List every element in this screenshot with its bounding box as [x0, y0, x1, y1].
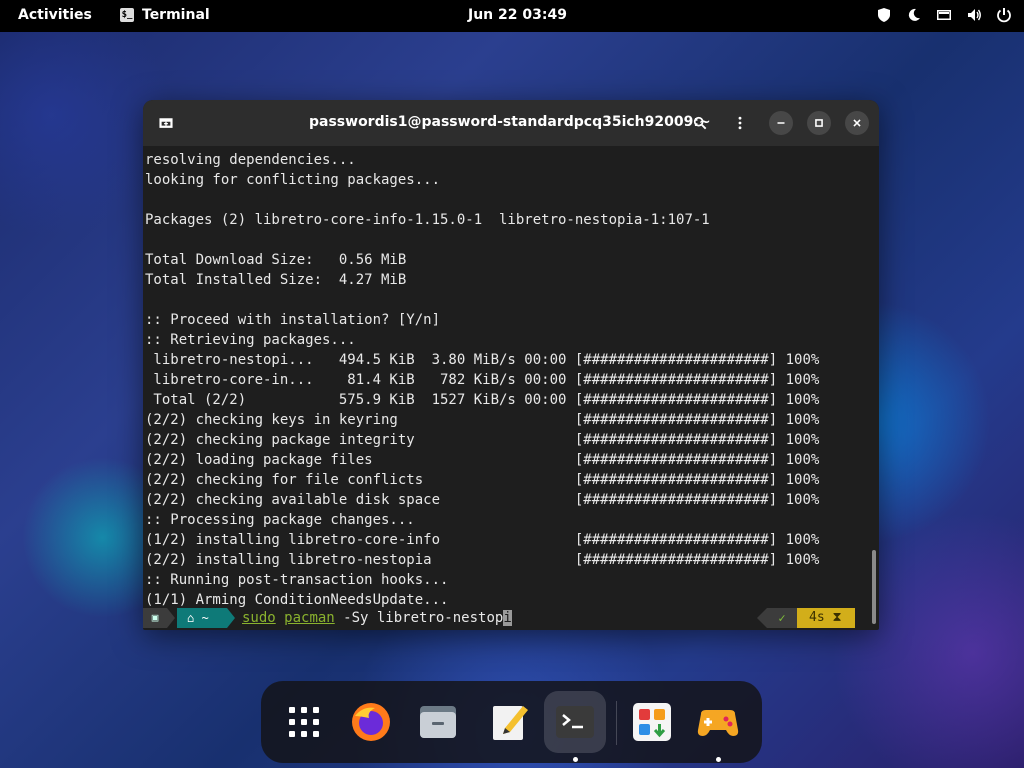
- duration-segment: 4s ⧗: [797, 608, 855, 628]
- search-icon[interactable]: [688, 111, 712, 135]
- terminal-line: (2/2) checking keys in keyring [########…: [145, 412, 820, 428]
- terminal-line: resolving dependencies...: [145, 152, 356, 168]
- terminal-line: libretro-core-in... 81.4 KiB 782 KiB/s 0…: [145, 372, 820, 388]
- minimize-icon[interactable]: [769, 111, 793, 135]
- terminal-line: :: Retrieving packages...: [145, 332, 356, 348]
- terminal-icon[interactable]: [544, 691, 606, 762]
- terminal-line: (2/2) installing libretro-nestopia [####…: [145, 552, 820, 568]
- prompt-line[interactable]: ▣ ⌂ ~ sudo pacman -Sy libretro-nestopi ✓…: [143, 608, 869, 628]
- top-bar: Activities $_ Terminal Jun 22 03:49: [0, 0, 1024, 32]
- close-icon[interactable]: [845, 111, 869, 135]
- home-icon: ⌂: [187, 611, 202, 625]
- games-icon[interactable]: [687, 691, 749, 762]
- segment-separator: [227, 608, 235, 628]
- shield-icon[interactable]: [876, 7, 892, 23]
- cmd-pacman: pacman: [284, 610, 335, 626]
- hourglass-icon: ⧗: [824, 610, 842, 625]
- terminal-output[interactable]: resolving dependencies... looking for con…: [145, 150, 867, 630]
- terminal-scrollbar[interactable]: [872, 550, 876, 624]
- terminal-line: :: Running post-transaction hooks...: [145, 572, 449, 588]
- command-input[interactable]: sudo pacman -Sy libretro-nestopi: [242, 608, 512, 628]
- directory-segment: ⌂ ~: [177, 608, 227, 628]
- terminal-line: (2/2) checking for file conflicts [#####…: [145, 472, 820, 488]
- terminal-line: Total Download Size: 0.56 MiB: [145, 252, 407, 268]
- terminal-line: looking for conflicting packages...: [145, 172, 441, 188]
- window-title: passwordis1@password-standardpcq35ich920…: [309, 114, 711, 130]
- terminal-line: (2/2) checking available disk space [###…: [145, 492, 820, 508]
- firefox-icon[interactable]: [340, 691, 402, 753]
- power-icon[interactable]: [996, 7, 1012, 23]
- os-segment: ▣: [143, 608, 167, 628]
- moon-icon[interactable]: [906, 7, 922, 23]
- segment-separator: [167, 608, 175, 628]
- volume-icon[interactable]: [966, 7, 982, 23]
- duration-label: 4s: [809, 610, 825, 625]
- cmd-sudo: sudo: [242, 610, 276, 626]
- terminal-line: :: Processing package changes...: [145, 512, 415, 528]
- cmd-args: -Sy libretro-nestop: [334, 610, 504, 626]
- status-ok-icon: ✓: [767, 608, 797, 628]
- terminal-line: Total (2/2) 575.9 KiB 1527 KiB/s 00:00 […: [145, 392, 820, 408]
- text-editor-icon[interactable]: [478, 691, 540, 753]
- terminal-line: :: Proceed with installation? [Y/n]: [145, 312, 441, 328]
- directory-label: ~: [201, 611, 209, 625]
- terminal-line: libretro-nestopi... 494.5 KiB 3.80 MiB/s…: [145, 352, 820, 368]
- terminal-line: (2/2) loading package files [###########…: [145, 452, 820, 468]
- app-grid-icon[interactable]: [273, 691, 335, 753]
- running-indicator: [716, 757, 721, 762]
- software-icon[interactable]: [621, 691, 683, 753]
- terminal-line: (2/2) checking package integrity [######…: [145, 432, 820, 448]
- text-cursor: i: [503, 610, 512, 626]
- terminal-window[interactable]: passwordis1@password-standardpcq35ich920…: [143, 100, 879, 630]
- system-tray[interactable]: [876, 7, 1012, 23]
- terminal-line: (1/2) installing libretro-core-info [###…: [145, 532, 820, 548]
- maximize-icon[interactable]: [807, 111, 831, 135]
- segment-separator: [757, 608, 767, 628]
- menu-icon[interactable]: [728, 111, 752, 135]
- files-icon[interactable]: [407, 691, 469, 753]
- screen-icon[interactable]: [936, 7, 952, 23]
- activities-button[interactable]: Activities: [18, 7, 92, 23]
- terminal-line: Packages (2) libretro-core-info-1.15.0-1…: [145, 212, 710, 228]
- new-tab-icon[interactable]: [154, 111, 178, 135]
- dock: [261, 681, 762, 763]
- app-menu[interactable]: $_ Terminal: [120, 7, 210, 23]
- terminal-app-icon: $_: [120, 8, 134, 22]
- terminal-line: (1/1) Arming ConditionNeedsUpdate...: [145, 592, 449, 608]
- title-bar[interactable]: passwordis1@password-standardpcq35ich920…: [143, 100, 879, 146]
- clock[interactable]: Jun 22 03:49: [468, 7, 567, 23]
- running-indicator: [573, 757, 578, 762]
- terminal-line: Total Installed Size: 4.27 MiB: [145, 272, 407, 288]
- app-name: Terminal: [142, 7, 210, 23]
- dock-separator: [616, 701, 617, 745]
